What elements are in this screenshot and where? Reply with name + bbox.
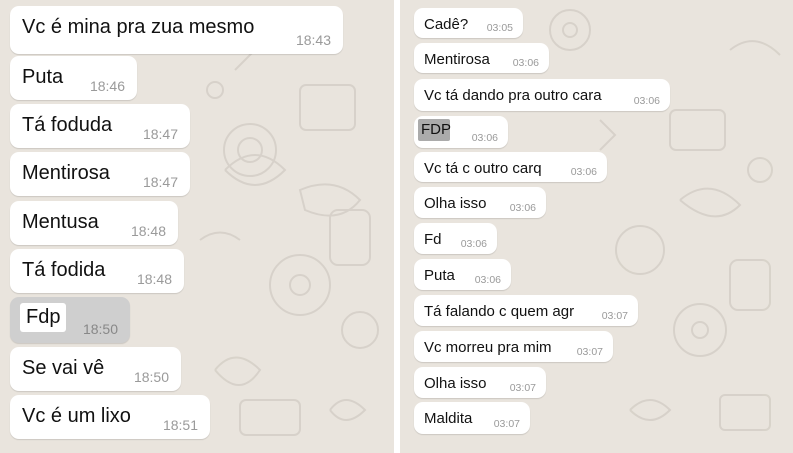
message-text: Vc morreu pra mim (424, 339, 552, 356)
message-time: 18:51 (162, 417, 198, 433)
message-text: Mentirosa (22, 162, 110, 184)
message-text: Olha isso (424, 375, 487, 392)
message-text: Maldita (424, 410, 473, 427)
message-time: 18:47 (142, 126, 178, 142)
message-time: 03:06 (633, 95, 660, 107)
message-text: Vc é um lixo (22, 405, 131, 427)
message-text: Vc tá c outro carq (424, 160, 542, 177)
message-bubble[interactable]: Vc é um lixo 18:51 (10, 395, 210, 439)
chat-pane-left[interactable]: Vc é mina pra zua mesmo 18:43 Puta 18:46… (0, 0, 394, 453)
message-text: Cadê? (424, 16, 469, 33)
message-time: 18:43 (295, 32, 331, 48)
message-bubble[interactable]: Olha isso 03:07 (414, 367, 546, 398)
message-bubble[interactable]: Puta 18:46 (10, 56, 137, 100)
message-time: 03:06 (460, 238, 487, 250)
message-bubble[interactable]: Vc morreu pra mim 03:07 (414, 331, 613, 362)
message-bubble[interactable]: Olha isso 03:06 (414, 187, 546, 218)
message-text: Tá falando c quem agr (424, 303, 575, 320)
message-time: 03:07 (576, 346, 603, 358)
message-bubble[interactable]: Tá fodida 18:48 (10, 249, 184, 293)
message-text: Tá foduda (22, 114, 113, 136)
message-bubble[interactable]: Se vai vê 18:50 (10, 347, 181, 391)
message-bubble-highlighted[interactable]: Fdp 18:50 (10, 297, 130, 343)
message-bubble[interactable]: Mentirosa 03:06 (414, 43, 549, 73)
message-time: 18:48 (136, 271, 172, 287)
message-text: Olha isso (424, 195, 487, 212)
message-text: Puta (424, 267, 455, 284)
message-time: 18:47 (142, 174, 178, 190)
message-text: Se vai vê (22, 357, 105, 379)
message-time: 18:50 (133, 369, 169, 385)
message-text: Fdp (20, 303, 67, 332)
message-text: Vc tá dando pra outro cara (424, 87, 602, 104)
message-time: 18:48 (130, 223, 166, 239)
message-text: FDP (421, 121, 451, 138)
message-text: Fd (424, 231, 442, 248)
message-bubble[interactable]: Cadê? 03:05 (414, 8, 523, 38)
message-bubble[interactable]: Vc tá c outro carq 03:06 (414, 152, 607, 182)
message-time: 03:05 (486, 22, 513, 34)
message-time: 18:46 (89, 78, 125, 94)
message-text: Mentirosa (424, 51, 490, 68)
message-time: 03:06 (512, 57, 539, 69)
message-text: Vc é mina pra zua mesmo (22, 16, 255, 38)
chat-pane-right[interactable]: Cadê? 03:05 Mentirosa 03:06 Vc tá dando … (400, 0, 793, 453)
message-text: Mentusa (22, 211, 99, 233)
message-bubble[interactable]: Vc tá dando pra outro cara 03:06 (414, 79, 670, 111)
message-time: 03:06 (509, 202, 536, 214)
message-time: 18:50 (82, 321, 118, 337)
message-time: 03:06 (471, 132, 498, 144)
message-bubble[interactable]: Maldita 03:07 (414, 402, 530, 434)
message-time: 03:07 (493, 418, 520, 430)
message-bubble[interactable]: Fd 03:06 (414, 223, 497, 254)
message-bubble[interactable]: Mentirosa 18:47 (10, 152, 190, 196)
message-time: 03:06 (474, 274, 501, 286)
message-text: Tá fodida (22, 259, 106, 281)
message-time: 03:06 (570, 166, 597, 178)
message-bubble[interactable]: Mentusa 18:48 (10, 201, 178, 245)
message-bubble[interactable]: Vc é mina pra zua mesmo 18:43 (10, 6, 343, 54)
message-text: Puta (22, 66, 64, 88)
message-time: 03:07 (601, 310, 628, 322)
message-bubble-highlighted[interactable]: FDP 03:06 (414, 116, 508, 148)
message-bubble[interactable]: Tá falando c quem agr 03:07 (414, 295, 638, 326)
message-sticker: FDP (418, 119, 451, 141)
message-time: 03:07 (509, 382, 536, 394)
message-bubble[interactable]: Puta 03:06 (414, 259, 511, 290)
message-bubble[interactable]: Tá foduda 18:47 (10, 104, 190, 148)
